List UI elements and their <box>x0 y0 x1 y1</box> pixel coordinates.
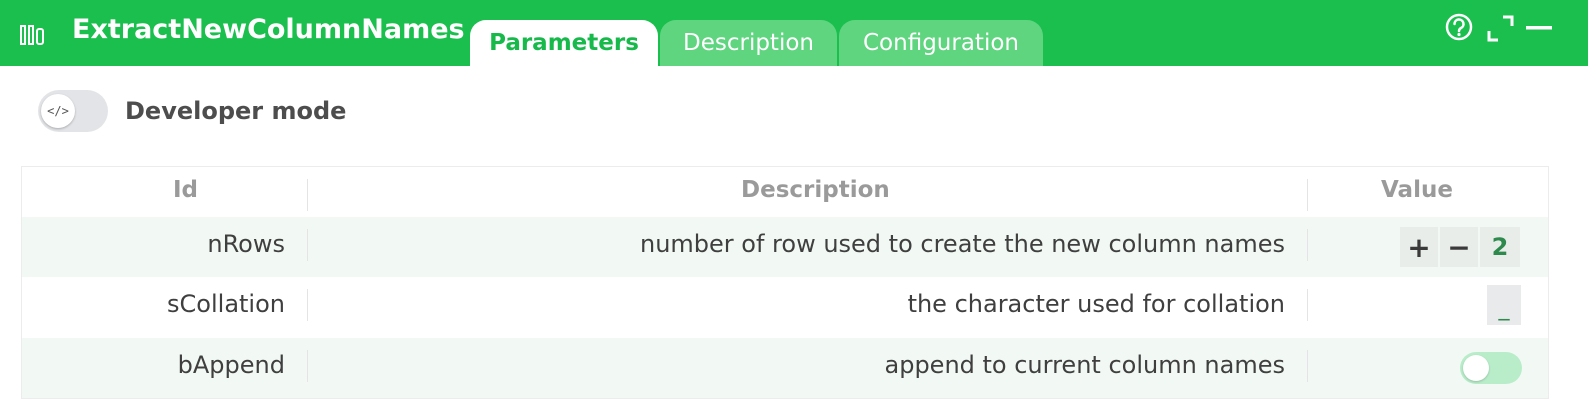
tab-parameters[interactable]: Parameters <box>470 20 658 66</box>
column-divider <box>307 350 308 382</box>
developer-mode-label: Developer mode <box>125 97 347 125</box>
column-divider <box>307 229 308 261</box>
column-divider <box>307 289 308 321</box>
column-header-value: Value <box>1381 177 1453 203</box>
column-header-id: Id <box>173 177 199 203</box>
param-description: number of row used to create the new col… <box>639 230 1285 258</box>
column-divider <box>1307 289 1308 321</box>
minimize-icon[interactable] <box>1524 12 1554 44</box>
parameters-table: Id Description Value nRows number of row… <box>21 166 1549 399</box>
fullscreen-icon[interactable] <box>1486 12 1516 44</box>
tab-configuration[interactable]: Configuration <box>839 20 1043 66</box>
developer-mode-toggle[interactable]: </> <box>38 90 108 132</box>
help-icon[interactable] <box>1444 12 1474 44</box>
collation-input[interactable]: _ <box>1487 285 1521 325</box>
code-icon: </> <box>41 94 75 128</box>
append-toggle[interactable] <box>1460 352 1522 384</box>
developer-mode-row: </> Developer mode <box>38 89 346 133</box>
increment-button[interactable]: + <box>1400 227 1438 267</box>
param-description: append to current column names <box>884 351 1286 379</box>
column-divider <box>1307 179 1308 211</box>
toggle-knob <box>1463 355 1489 381</box>
table-row: nRows number of row used to create the n… <box>22 217 1548 277</box>
table-header: Id Description Value <box>22 167 1548 217</box>
nrows-value[interactable]: 2 <box>1480 227 1520 267</box>
table-row: sCollation the character used for collat… <box>22 277 1548 337</box>
column-divider <box>1307 350 1308 382</box>
param-id: bAppend <box>177 351 285 379</box>
column-header-description: Description <box>741 177 890 203</box>
param-id: nRows <box>207 230 285 258</box>
column-divider <box>307 179 308 211</box>
param-id: sCollation <box>167 290 285 318</box>
nrows-stepper: + − 2 <box>1400 227 1520 267</box>
table-row: bAppend append to current column names <box>22 338 1548 398</box>
panel-header: ExtractNewColumnNames Parameters Descrip… <box>0 0 1588 66</box>
decrement-button[interactable]: − <box>1440 227 1478 267</box>
param-description: the character used for collation <box>907 290 1285 318</box>
tab-description[interactable]: Description <box>660 20 837 66</box>
node-title: ExtractNewColumnNames <box>72 14 465 45</box>
column-divider <box>1307 229 1308 261</box>
panel-icon[interactable] <box>20 23 46 47</box>
